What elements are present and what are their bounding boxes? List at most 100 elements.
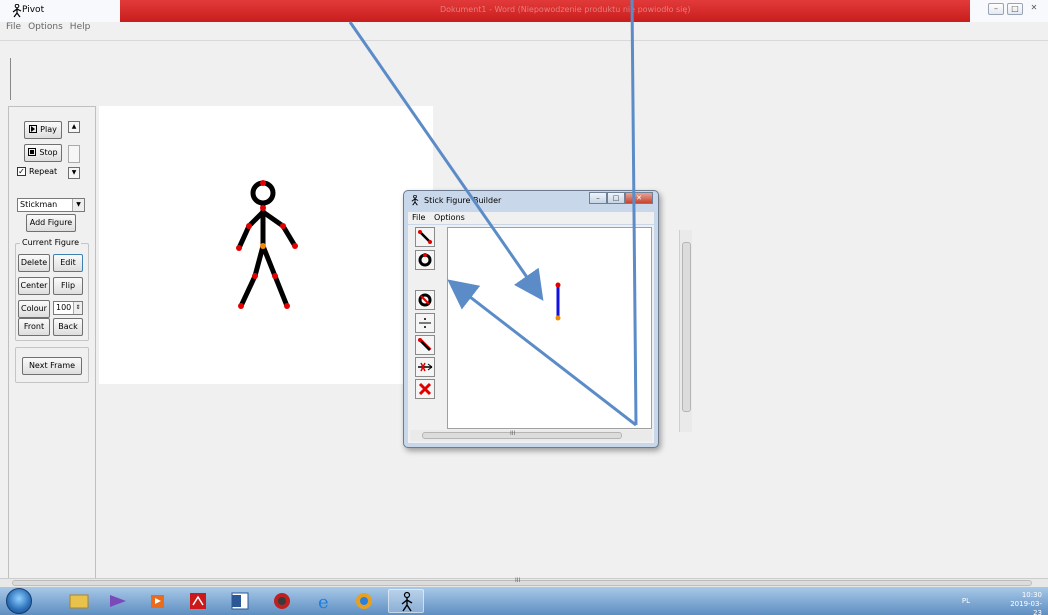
pivot-app-icon (12, 4, 22, 18)
line-tool-button[interactable] (415, 227, 435, 247)
chrome-alt-taskbar-icon[interactable] (264, 589, 300, 613)
minimize-button[interactable]: – (988, 3, 1004, 15)
stickman-figure[interactable] (99, 106, 433, 384)
horizontal-scroll-thumb[interactable] (422, 432, 622, 439)
main-scroll-thumb[interactable] (12, 580, 1032, 586)
builder-menu-options[interactable]: Options (434, 213, 465, 222)
media-player-taskbar-icon[interactable] (140, 589, 176, 613)
builder-vertical-scrollbar[interactable] (679, 230, 692, 432)
builder-menu-bar: File Options (408, 212, 654, 224)
front-label: Front (23, 322, 45, 331)
menu-bar: File Options Help (6, 22, 90, 32)
animation-control-panel: Play ▲ Stop ✓ Repeat ▼ Stickman ▼ Add Fi… (8, 106, 96, 584)
flip-button[interactable]: Flip (53, 277, 83, 295)
pivot-app-icon (411, 195, 419, 206)
repeat-label: Repeat (29, 167, 58, 176)
static-segment-tool-button[interactable] (415, 335, 435, 355)
figure-type-select[interactable]: Stickman ▼ (17, 198, 85, 212)
speed-up-arrow[interactable]: ▲ (68, 121, 80, 133)
builder-horizontal-scrollbar[interactable]: III (410, 430, 652, 441)
close-button[interactable]: ✕ (1026, 3, 1042, 15)
builder-body: III (408, 225, 692, 443)
restore-button[interactable]: □ (1007, 3, 1023, 15)
no-circle-tool-button[interactable] (415, 290, 435, 310)
center-label: Center (20, 281, 48, 290)
center-button[interactable]: Center (18, 277, 50, 295)
animation-canvas[interactable] (99, 106, 433, 384)
main-horizontal-scrollbar[interactable]: III (0, 577, 1048, 587)
speed-down-arrow[interactable]: ▼ (68, 167, 80, 179)
taskbar: e PL 10:30 2019-03-23 (0, 587, 1048, 615)
builder-restore-button[interactable]: □ (607, 192, 625, 204)
vertical-scroll-thumb[interactable] (682, 242, 691, 412)
word-taskbar-icon[interactable] (222, 589, 258, 613)
stop-button[interactable]: Stop (24, 144, 62, 162)
next-frame-label: Next Frame (28, 361, 76, 370)
circle-tool-icon (418, 253, 432, 267)
split-line-tool-button[interactable] (415, 313, 435, 333)
opacity-value: 100 (56, 303, 72, 312)
scroll-grip: III (510, 430, 516, 437)
next-frame-button[interactable]: Next Frame (22, 357, 82, 375)
builder-menu-file[interactable]: File (412, 213, 425, 222)
edit-button[interactable]: Edit (53, 254, 83, 272)
delete-icon (418, 382, 432, 396)
language-indicator[interactable]: PL (962, 597, 970, 605)
flip-label: Flip (60, 281, 76, 290)
colour-label: Colour (21, 304, 47, 313)
stick-figure-builder-window: Stick Figure Builder – □ ✕ File Options (403, 190, 692, 448)
speed-track[interactable] (68, 145, 80, 163)
add-figure-button[interactable]: Add Figure (26, 214, 76, 232)
play-icon (29, 125, 38, 133)
back-button[interactable]: Back (53, 318, 83, 336)
builder-minimize-button[interactable]: – (589, 192, 607, 204)
visual-studio-taskbar-icon[interactable] (100, 589, 136, 613)
shorten-line-tool-button[interactable] (415, 357, 435, 377)
internet-explorer-taskbar-icon[interactable]: e (306, 589, 342, 613)
colour-button[interactable]: Colour (18, 300, 50, 318)
svg-text:e: e (318, 592, 329, 613)
play-button[interactable]: Play (24, 121, 62, 139)
static-segment-icon (418, 338, 432, 352)
opacity-spinner[interactable]: 100 ⇕ (53, 301, 83, 315)
acrobat-taskbar-icon[interactable] (180, 589, 216, 613)
back-label: Back (58, 322, 78, 331)
menu-options[interactable]: Options (28, 22, 63, 32)
clock-date: 2019-03-23 (1010, 600, 1042, 615)
repeat-checkbox[interactable]: ✓ (17, 167, 26, 176)
line-tool-icon (418, 230, 432, 244)
play-label: Play (40, 125, 57, 134)
shorten-line-icon (418, 362, 433, 372)
window-controls: – □ ✕ (988, 3, 1042, 15)
builder-title-bar: Stick Figure Builder – □ ✕ (404, 191, 658, 211)
window-title: Pivot (22, 5, 45, 15)
delete-button[interactable]: Delete (18, 254, 50, 272)
toolbar-separator (10, 58, 11, 100)
menu-help[interactable]: Help (70, 22, 91, 32)
stop-icon (28, 148, 37, 156)
clock[interactable]: 10:30 2019-03-23 (1002, 591, 1042, 615)
delete-tool-button[interactable] (415, 379, 435, 399)
toolbar-area (0, 40, 1048, 102)
circle-tool-button[interactable] (415, 250, 435, 270)
explorer-taskbar-icon[interactable] (60, 589, 96, 613)
builder-segment[interactable] (448, 228, 638, 428)
delete-label: Delete (20, 258, 48, 267)
builder-title: Stick Figure Builder (424, 196, 502, 205)
menu-file[interactable]: File (6, 22, 21, 32)
chevron-down-icon: ▼ (72, 199, 84, 211)
clock-time: 10:30 (1021, 591, 1042, 599)
pivot-taskbar-icon[interactable] (388, 589, 424, 613)
builder-close-button[interactable]: ✕ (625, 192, 653, 204)
start-button[interactable] (6, 588, 32, 614)
window-title-overlay: Dokument1 - Word (Niepowodzenie produktu… (120, 0, 970, 22)
no-circle-icon (418, 293, 432, 307)
split-line-icon (419, 318, 431, 328)
chrome-taskbar-icon[interactable] (346, 589, 382, 613)
overlay-title: Dokument1 - Word (Niepowodzenie produktu… (440, 5, 691, 14)
front-button[interactable]: Front (18, 318, 50, 336)
add-figure-label: Add Figure (29, 218, 73, 227)
edit-label: Edit (60, 258, 76, 267)
builder-canvas[interactable] (447, 227, 692, 432)
builder-window-controls: – □ ✕ (589, 192, 653, 204)
